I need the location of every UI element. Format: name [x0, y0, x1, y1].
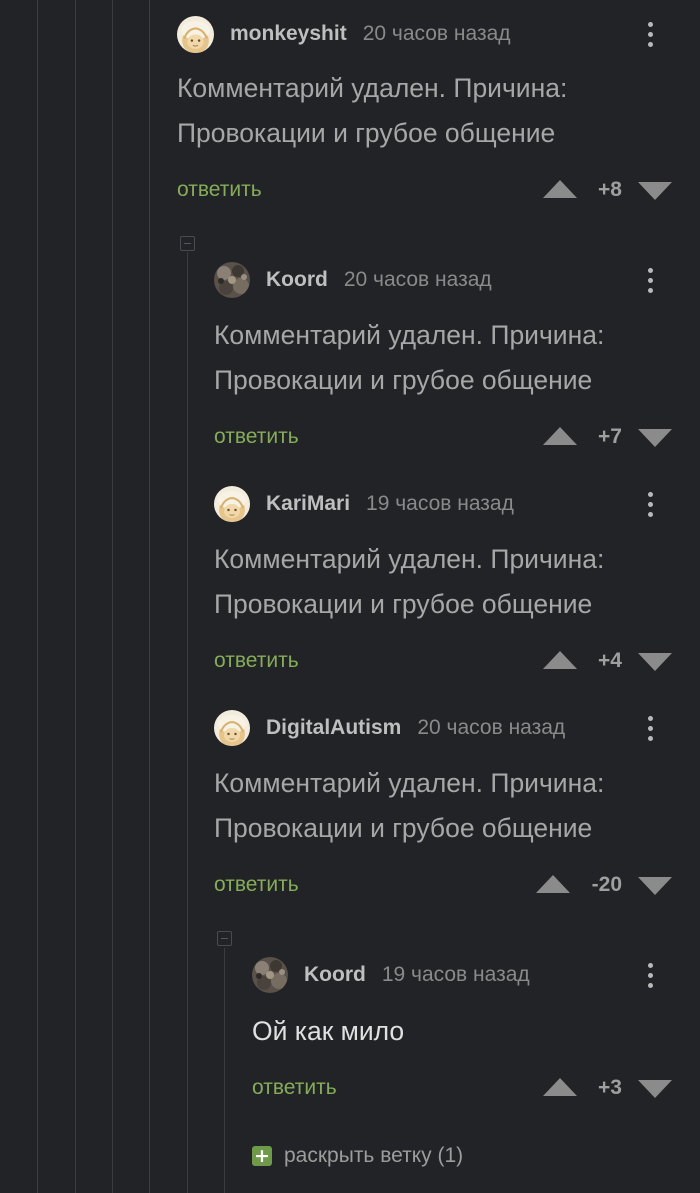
comment-footer: ответить -20 [214, 865, 700, 905]
username[interactable]: monkeyshit [230, 22, 347, 46]
blonde-avatar-icon [214, 710, 250, 746]
more-options-icon[interactable] [640, 262, 660, 298]
rating-score: -20 [591, 873, 622, 896]
rating-score: +4 [598, 649, 622, 672]
more-options-icon[interactable] [640, 16, 660, 52]
thread-line [224, 948, 225, 1193]
comment-header: monkeyshit 20 часов назад [177, 14, 511, 54]
downvote-icon[interactable] [638, 182, 672, 200]
more-options-icon[interactable] [640, 710, 660, 746]
comment: monkeyshit 20 часов назад Комментарий уд… [177, 14, 700, 214]
reply-link[interactable]: ответить [214, 417, 299, 457]
comment: DigitalAutism 20 часов назад Комментарий… [214, 708, 700, 908]
downvote-icon[interactable] [638, 1080, 672, 1098]
comment-text-line: Комментарий удален. Причина: [214, 544, 605, 574]
comment-text-line: Комментарий удален. Причина: [214, 768, 605, 798]
downvote-icon[interactable] [638, 429, 672, 447]
comment: Koord 19 часов назад Ой как мило ответит… [252, 955, 700, 1115]
downvote-icon[interactable] [638, 877, 672, 895]
comment-footer: ответить +3 [252, 1068, 700, 1108]
collapse-thread-button[interactable] [217, 931, 232, 946]
comment-header: Koord 20 часов назад [214, 260, 492, 300]
comment-text-line: Провокации и грубое общение [214, 589, 593, 619]
comment-footer: ответить +8 [177, 170, 700, 210]
thread-line [149, 0, 150, 1193]
comment-text: Комментарий удален. Причина: Провокации … [177, 66, 670, 156]
comment: KariMari 19 часов назад Комментарий удал… [214, 484, 700, 684]
comment-text: Комментарий удален. Причина: Провокации … [214, 537, 670, 627]
blonde-avatar-icon [177, 16, 214, 53]
plus-icon: + [252, 1146, 272, 1166]
comment-header: Koord 19 часов назад [252, 955, 530, 995]
collapse-thread-button[interactable] [180, 236, 195, 251]
thread-line [75, 0, 76, 1193]
blonde-avatar-icon [214, 486, 250, 522]
upvote-icon[interactable] [543, 651, 577, 669]
comment-text: Комментарий удален. Причина: Провокации … [214, 313, 670, 403]
comment-text-line: Провокации и грубое общение [177, 118, 556, 148]
username[interactable]: DigitalAutism [266, 716, 401, 740]
comment-header: KariMari 19 часов назад [214, 484, 514, 524]
expand-branch-label: раскрыть ветку (1) [284, 1144, 464, 1167]
comment-text-line: Комментарий удален. Причина: [177, 73, 568, 103]
comment-text-line: Провокации и грубое общение [214, 813, 593, 843]
timestamp[interactable]: 20 часов назад [344, 268, 492, 292]
thread-line [112, 0, 113, 1193]
comment-text-line: Провокации и грубое общение [214, 365, 593, 395]
comment-footer: ответить +4 [214, 641, 700, 681]
upvote-icon[interactable] [536, 875, 570, 893]
more-options-icon[interactable] [640, 957, 660, 993]
user-avatar[interactable] [252, 957, 288, 993]
user-avatar[interactable] [214, 710, 250, 746]
comment-footer: ответить +7 [214, 417, 700, 457]
rating-score: +7 [598, 425, 622, 448]
dark-photo-avatar-icon [214, 262, 250, 298]
comment: Koord 20 часов назад Комментарий удален.… [214, 260, 700, 460]
comment-text-line: Комментарий удален. Причина: [214, 320, 605, 350]
reply-link[interactable]: ответить [214, 865, 299, 905]
reply-link[interactable]: ответить [252, 1068, 337, 1108]
comment-text-line: Ой как мило [252, 1016, 405, 1046]
upvote-icon[interactable] [543, 180, 577, 198]
user-avatar[interactable] [214, 262, 250, 298]
upvote-icon[interactable] [543, 1078, 577, 1096]
reply-link[interactable]: ответить [214, 641, 299, 681]
user-avatar[interactable] [214, 486, 250, 522]
username[interactable]: Koord [266, 268, 328, 292]
rating-score: +3 [598, 1076, 622, 1099]
more-options-icon[interactable] [640, 486, 660, 522]
expand-branch-button[interactable]: + раскрыть ветку (1) [252, 1140, 463, 1172]
timestamp[interactable]: 20 часов назад [363, 22, 511, 46]
timestamp[interactable]: 20 часов назад [417, 716, 565, 740]
comment-header: DigitalAutism 20 часов назад [214, 708, 565, 748]
comment-text: Ой как мило [252, 1009, 670, 1054]
comment-text: Комментарий удален. Причина: Провокации … [214, 761, 670, 851]
timestamp[interactable]: 19 часов назад [382, 963, 530, 987]
user-avatar[interactable] [177, 16, 214, 53]
thread-line [187, 252, 188, 1193]
username[interactable]: Koord [304, 963, 366, 987]
dark-photo-avatar-icon [252, 957, 288, 993]
rating-score: +8 [598, 178, 622, 201]
thread-line [37, 0, 38, 1193]
reply-link[interactable]: ответить [177, 170, 262, 210]
upvote-icon[interactable] [543, 427, 577, 445]
timestamp[interactable]: 19 часов назад [366, 492, 514, 516]
username[interactable]: KariMari [266, 492, 350, 516]
downvote-icon[interactable] [638, 653, 672, 671]
